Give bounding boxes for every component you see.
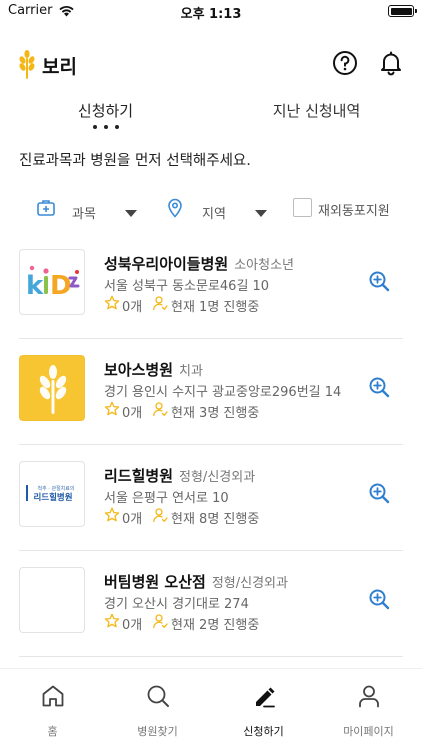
subject-filter-label[interactable]: 과목 <box>72 203 96 222</box>
nav-home[interactable]: 홈 <box>0 669 105 750</box>
bell-icon[interactable] <box>378 50 404 76</box>
waiting-status: 현재 2명 진행중 <box>171 618 260 633</box>
clock: 오후 1:13 <box>180 7 242 22</box>
hospital-thumbnail: k D <box>19 249 85 315</box>
person-queue-icon <box>153 402 168 417</box>
overseas-support-label[interactable]: 재외동포지원 <box>318 200 390 219</box>
star-icon <box>104 401 120 416</box>
svg-text:D: D <box>50 271 72 301</box>
nav-find-hospital[interactable]: 병원찾기 <box>105 669 210 750</box>
hospital-name-line: 성북우리아이들병원 소아청소년 <box>104 253 294 274</box>
hospital-address: 경기 오산시 경기대로 274 <box>104 597 249 612</box>
status-bar: Carrier 오후 1:13 <box>0 0 422 24</box>
hospital-name: 리드힐병원 <box>104 467 174 485</box>
hospital-name: 버팀병원 오산점 <box>104 573 206 591</box>
region-dropdown-icon[interactable] <box>255 210 267 217</box>
wheat-logo-icon <box>39 365 67 414</box>
row-divider <box>19 656 403 657</box>
barley-logo-icon <box>19 50 35 79</box>
hospital-name-line: 보아스병원 치과 <box>104 359 203 380</box>
overseas-support-checkbox[interactable] <box>293 198 312 217</box>
hospital-row[interactable]: k D 성북우리아이들병원 소아청소년 서울 성북구 동소문로46길 10 0개 … <box>0 233 422 339</box>
svg-text:리드힐병원: 리드힐병원 <box>33 492 72 503</box>
zoom-in-icon[interactable] <box>368 482 390 504</box>
app-title: 보리 <box>42 56 77 78</box>
zoom-in-icon[interactable] <box>368 376 390 398</box>
hospital-name-line: 버팀병원 오산점 정형/신경외과 <box>104 571 288 592</box>
rating-count: 0개 <box>122 300 143 315</box>
hospital-category: 치과 <box>179 364 203 379</box>
nav-mypage[interactable]: 마이페이지 <box>316 669 421 750</box>
tab-bar: 신청하기 지난 신청내역 <box>0 96 422 136</box>
tab-apply[interactable]: 신청하기 <box>0 100 211 121</box>
hospital-thumbnail <box>19 567 85 633</box>
hospital-category: 소아청소년 <box>234 258 295 273</box>
waiting-status: 현재 3명 진행중 <box>171 406 260 421</box>
tab-history[interactable]: 지난 신청내역 <box>211 100 422 121</box>
rating-count: 0개 <box>122 512 143 527</box>
hospital-row[interactable]: 보아스병원 치과 경기 용인시 수지구 광교중앙로296번길 14 0개 현재 3… <box>0 339 422 445</box>
nav-home-label: 홈 <box>47 725 58 738</box>
search-icon <box>147 685 169 707</box>
person-queue-icon <box>153 296 168 311</box>
help-icon[interactable] <box>332 50 358 76</box>
home-icon <box>42 685 64 707</box>
nav-apply-label: 신청하기 <box>243 725 284 738</box>
star-icon <box>104 507 120 522</box>
hospital-name-line: 리드힐병원 정형/신경외과 <box>104 465 255 486</box>
hospital-address: 서울 성북구 동소문로46길 10 <box>104 279 270 294</box>
region-filter-label[interactable]: 지역 <box>202 203 226 222</box>
app-header: 보리 <box>0 40 422 88</box>
hospital-category: 정형/신경외과 <box>179 470 256 485</box>
star-icon <box>104 295 120 310</box>
svg-text:k: k <box>26 271 44 301</box>
hospital-category: 정형/신경외과 <box>211 576 288 591</box>
waiting-status: 현재 8명 진행중 <box>171 512 260 527</box>
hospital-name: 성북우리아이들병원 <box>104 255 229 273</box>
active-tab-indicator <box>93 125 119 129</box>
hospital-thumbnail <box>19 355 85 421</box>
medical-bag-icon <box>37 200 55 216</box>
hospital-address: 서울 은평구 연서로 10 <box>104 491 229 506</box>
zoom-in-icon[interactable] <box>368 270 390 292</box>
star-icon <box>104 613 120 628</box>
zoom-in-icon[interactable] <box>368 588 390 610</box>
nav-find-hospital-label: 병원찾기 <box>137 725 178 738</box>
rating-count: 0개 <box>122 618 143 633</box>
bottom-nav: 홈 병원찾기 신청하기 마이페이지 <box>0 668 422 750</box>
svg-text:척추 · 관절치료의: 척추 · 관절치료의 <box>38 485 75 492</box>
hospital-row[interactable]: 버팀병원 오산점 정형/신경외과 경기 오산시 경기대로 274 0개 현재 2명… <box>0 551 422 657</box>
person-queue-icon <box>153 508 168 523</box>
hospital-address: 경기 용인시 수지구 광교중앙로296번길 14 <box>104 385 342 400</box>
hospital-row[interactable]: 척추 · 관절치료의 리드힐병원 리드힐병원 정형/신경외과 서울 은평구 연서로… <box>0 445 422 551</box>
nav-apply[interactable]: 신청하기 <box>211 669 316 750</box>
hospital-thumbnail: 척추 · 관절치료의 리드힐병원 <box>19 461 85 527</box>
person-icon <box>359 685 379 708</box>
waiting-status: 현재 1명 진행중 <box>171 300 260 315</box>
subject-dropdown-icon[interactable] <box>125 210 137 217</box>
instruction-text: 진료과목과 병원을 먼저 선택해주세요. <box>19 153 251 169</box>
location-pin-icon <box>168 198 182 218</box>
hospital-name: 보아스병원 <box>104 361 174 379</box>
readhill-logo-icon: 척추 · 관절치료의 리드힐병원 <box>26 485 75 503</box>
edit-icon <box>256 687 275 708</box>
battery-icon <box>388 5 417 17</box>
person-queue-icon <box>153 614 168 629</box>
kids-logo-icon: k D <box>26 265 80 301</box>
nav-mypage-label: 마이페이지 <box>343 725 394 738</box>
rating-count: 0개 <box>122 406 143 421</box>
